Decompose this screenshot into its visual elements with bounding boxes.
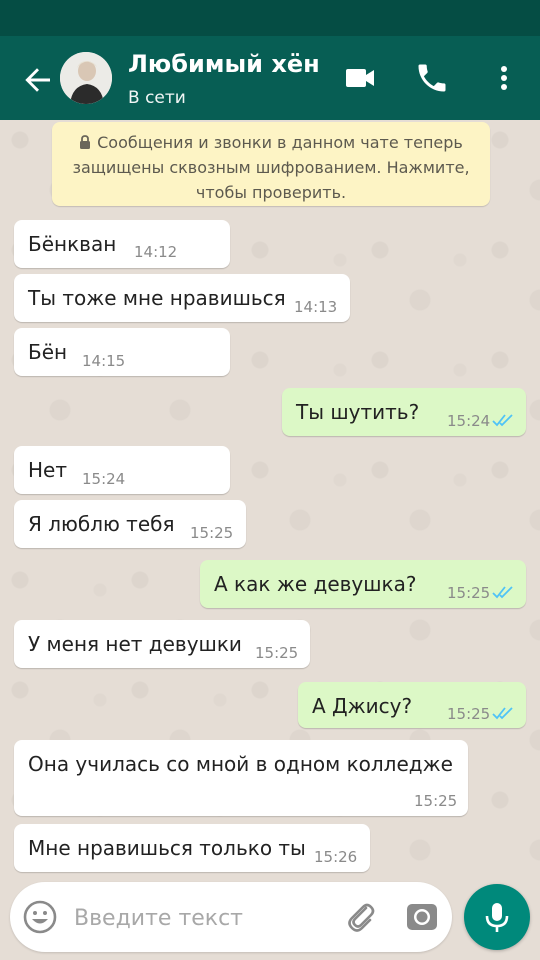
message-bubble-incoming[interactable]: Нет 15:24	[14, 446, 230, 494]
notice-text-1: Сообщения и звонки в данном чате теперь	[97, 133, 463, 152]
message-time: 15:25	[447, 705, 491, 723]
message-bubble-incoming[interactable]: Бёнкван 14:12	[14, 220, 230, 268]
message-time: 15:26	[314, 848, 358, 866]
camera-button[interactable]	[404, 898, 440, 934]
attach-button[interactable]	[344, 900, 378, 934]
message-bubble-incoming[interactable]: Бён 14:15	[14, 328, 230, 376]
phone-icon	[418, 64, 446, 92]
notice-text-3: чтобы проверить.	[195, 183, 347, 202]
lock-icon	[80, 135, 91, 149]
camera-icon	[407, 904, 437, 930]
read-ticks-icon	[492, 414, 513, 427]
message-time: 14:12	[134, 243, 178, 261]
message-time: 15:25	[414, 792, 458, 810]
message-text: Я люблю тебя	[28, 512, 175, 536]
message-bubble-incoming[interactable]: Я люблю тебя 15:25	[14, 500, 246, 548]
message-text: А Джису?	[312, 694, 413, 718]
voice-record-button[interactable]	[464, 884, 530, 950]
more-vert-icon	[501, 66, 507, 90]
arrow-back-icon	[25, 68, 50, 92]
message-bubble-outgoing[interactable]: Ты шутить? 15:24	[282, 388, 526, 436]
message-bubble-outgoing[interactable]: А Джису? 15:25	[298, 682, 526, 728]
message-bubble-incoming[interactable]: Она училась со мной в одном колледже 15:…	[14, 740, 468, 816]
read-ticks-icon	[492, 586, 513, 599]
contact-name[interactable]: Любимый хён	[128, 50, 320, 78]
chat-header: Любимый хён В сети	[0, 36, 540, 120]
encryption-notice[interactable]: Сообщения и звонки в данном чате теперь …	[52, 122, 490, 206]
message-time: 15:24	[82, 470, 126, 488]
message-time: 14:13	[294, 298, 338, 316]
notice-text-2: защищены сквозным шифрованием. Нажмите,	[72, 158, 470, 177]
video-call-button[interactable]	[342, 60, 378, 96]
status-bar	[0, 0, 540, 36]
message-text: Бён	[28, 340, 68, 364]
message-text: У меня нет девушки	[28, 632, 242, 656]
avatar[interactable]	[60, 52, 112, 104]
message-bubble-incoming[interactable]: Мне нравишься только ты 15:26	[14, 824, 370, 872]
message-time: 15:24	[447, 412, 491, 430]
message-bubble-incoming[interactable]: У меня нет девушки 15:25	[14, 620, 310, 668]
emoji-icon	[23, 900, 57, 934]
avatar-image	[60, 52, 112, 104]
message-time: 15:25	[447, 584, 491, 602]
message-input[interactable]	[72, 896, 336, 940]
videocam-icon	[346, 69, 374, 87]
message-text: Нет	[28, 458, 67, 482]
message-text: Бёнкван	[28, 232, 117, 256]
read-ticks-icon	[492, 707, 513, 720]
mic-icon	[485, 903, 509, 932]
emoji-button[interactable]	[22, 899, 58, 935]
message-time: 15:25	[190, 524, 234, 542]
message-time: 15:25	[255, 644, 299, 662]
message-bubble-incoming[interactable]: Ты тоже мне нравишься 14:13	[14, 274, 350, 322]
paperclip-icon	[348, 903, 375, 932]
message-bubble-outgoing[interactable]: А как же девушка? 15:25	[200, 560, 526, 608]
message-text: Мне нравишься только ты	[28, 836, 306, 860]
message-time: 14:15	[82, 352, 126, 370]
chat-area[interactable]: Сообщения и звонки в данном чате теперь …	[0, 120, 540, 880]
message-text: Она училась со мной в одном колледже	[28, 752, 453, 776]
menu-button[interactable]	[486, 60, 522, 96]
message-text: Ты шутить?	[296, 400, 420, 424]
message-composer	[10, 882, 452, 952]
message-text: А как же девушка?	[214, 572, 417, 596]
encryption-notice-line1: Сообщения и звонки в данном чате теперь	[64, 130, 478, 155]
back-button[interactable]	[18, 60, 58, 100]
message-text: Ты тоже мне нравишься	[28, 286, 286, 310]
voice-call-button[interactable]	[414, 60, 450, 96]
contact-status: В сети	[128, 88, 186, 108]
